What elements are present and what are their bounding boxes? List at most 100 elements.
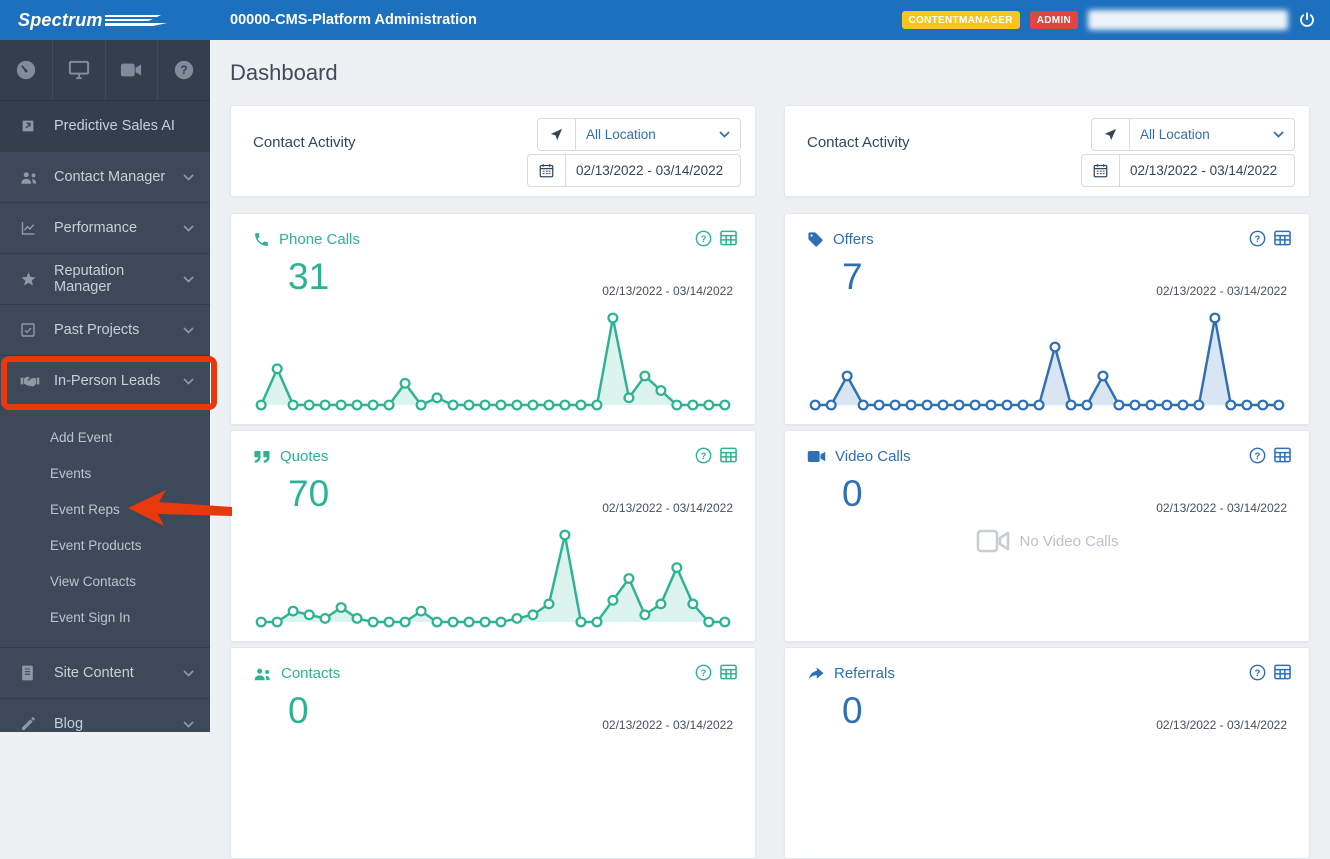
chevron-down-icon bbox=[183, 377, 194, 385]
chevron-down-icon bbox=[183, 224, 194, 232]
video-camera-icon bbox=[807, 450, 826, 463]
submenu-item-view-contacts[interactable]: View Contacts bbox=[0, 563, 210, 599]
referrals-card: Referrals ? 0 02/13/2022 - 03/14/2022 bbox=[784, 647, 1310, 859]
metric-date-range: 02/13/2022 - 03/14/2022 bbox=[1156, 718, 1287, 732]
metric-title: Phone Calls bbox=[279, 231, 360, 248]
metric-value: 0 bbox=[842, 473, 863, 514]
brand-name: Spectrum bbox=[18, 9, 103, 30]
metric-title: Quotes bbox=[280, 448, 329, 465]
location-select-value: All Location bbox=[586, 127, 656, 142]
date-range-value: 02/13/2022 - 03/14/2022 bbox=[576, 163, 724, 178]
help-icon[interactable]: ? bbox=[695, 230, 712, 247]
phone-icon bbox=[253, 231, 270, 248]
table-view-icon[interactable] bbox=[720, 230, 737, 247]
help-icon[interactable]: ? bbox=[1249, 664, 1266, 681]
external-link-icon bbox=[20, 118, 46, 134]
chevron-down-icon bbox=[719, 131, 730, 138]
sidebar-item-past-projects[interactable]: Past Projects bbox=[0, 304, 210, 355]
submenu-item-event-reps[interactable]: Event Reps bbox=[0, 491, 210, 527]
chevron-down-icon bbox=[183, 275, 194, 283]
sidebar-icon-bar: ? bbox=[0, 40, 210, 100]
sidebar-item-label: Contact Manager bbox=[54, 169, 166, 185]
metric-date-range: 02/13/2022 - 03/14/2022 bbox=[602, 501, 733, 515]
sidebar-item-contact-manager[interactable]: Contact Manager bbox=[0, 151, 210, 202]
empty-state-text: No Video Calls bbox=[1019, 532, 1119, 550]
metric-title: Referrals bbox=[834, 665, 895, 682]
metric-value: 0 bbox=[842, 690, 863, 731]
gauge-icon[interactable] bbox=[0, 40, 53, 100]
sidebar-item-label: In-Person Leads bbox=[54, 373, 161, 389]
table-view-icon[interactable] bbox=[1274, 230, 1291, 247]
desktop-icon[interactable] bbox=[53, 40, 106, 100]
table-view-icon[interactable] bbox=[1274, 447, 1291, 464]
role-badge-contentmanager: CONTENTMANAGER bbox=[901, 11, 1020, 29]
left-column: Contact Activity All Location 02/13/2022… bbox=[230, 105, 756, 859]
video-camera-outline-icon bbox=[976, 529, 1010, 553]
panel-title: Contact Activity bbox=[807, 134, 910, 151]
location-select[interactable]: All Location bbox=[1091, 118, 1295, 151]
sidebar-item-blog[interactable]: Blog bbox=[0, 698, 210, 749]
top-bar: Spectrum 00000-CMS-Platform Administrati… bbox=[0, 0, 1330, 40]
location-arrow-icon bbox=[1092, 119, 1130, 150]
handshake-icon bbox=[20, 374, 46, 388]
submenu-item-events[interactable]: Events bbox=[0, 455, 210, 491]
metric-value: 70 bbox=[288, 473, 330, 514]
panel-title: Contact Activity bbox=[253, 134, 356, 151]
svg-text:?: ? bbox=[1255, 234, 1261, 245]
calendar-icon bbox=[528, 155, 566, 186]
panel-filters: All Location 02/13/2022 - 03/14/2022 bbox=[1081, 118, 1295, 187]
table-view-icon[interactable] bbox=[720, 664, 737, 681]
quotes-card: Quotes ? 70 02/13/2022 - 03/14/2022 bbox=[230, 430, 756, 642]
help-icon[interactable]: ? bbox=[1249, 447, 1266, 464]
sidebar-item-reputation-manager[interactable]: Reputation Manager bbox=[0, 253, 210, 304]
chevron-down-icon bbox=[1273, 131, 1284, 138]
date-range-value: 02/13/2022 - 03/14/2022 bbox=[1130, 163, 1278, 178]
referral-arrow-icon bbox=[807, 666, 825, 681]
submenu-item-event-sign-in[interactable]: Event Sign In bbox=[0, 599, 210, 635]
main-content: Dashboard Contact Activity All Location … bbox=[210, 40, 1330, 859]
help-icon[interactable]: ? bbox=[1249, 230, 1266, 247]
submenu-item-add-event[interactable]: Add Event bbox=[0, 419, 210, 455]
users-icon bbox=[20, 170, 46, 185]
phone-calls-card: Phone Calls ? 31 02/13/2022 - 03/14/2022 bbox=[230, 213, 756, 425]
metric-date-range: 02/13/2022 - 03/14/2022 bbox=[1156, 501, 1287, 515]
page-title: Dashboard bbox=[230, 60, 338, 85]
location-select-value: All Location bbox=[1140, 127, 1210, 142]
location-select[interactable]: All Location bbox=[537, 118, 741, 151]
quotes-icon bbox=[253, 450, 271, 464]
help-icon[interactable]: ? bbox=[695, 664, 712, 681]
sidebar-item-label: Past Projects bbox=[54, 322, 140, 338]
chart-line-icon bbox=[20, 220, 46, 236]
sidebar-nav: Predictive Sales AI Contact Manager Perf… bbox=[0, 100, 210, 749]
svg-text:?: ? bbox=[1255, 451, 1261, 462]
in-person-leads-submenu: Add Event Events Event Reps Event Produc… bbox=[0, 406, 210, 647]
top-bar-right: CONTENTMANAGER ADMIN bbox=[901, 0, 1316, 40]
power-icon[interactable] bbox=[1298, 11, 1316, 29]
sidebar-item-label: Blog bbox=[54, 716, 84, 732]
metric-title: Video Calls bbox=[835, 448, 911, 465]
table-view-icon[interactable] bbox=[1274, 664, 1291, 681]
date-range-picker[interactable]: 02/13/2022 - 03/14/2022 bbox=[527, 154, 741, 187]
help-circle-icon[interactable]: ? bbox=[158, 40, 210, 100]
offers-card: Offers ? 7 02/13/2022 - 03/14/2022 bbox=[784, 213, 1310, 425]
sidebar-item-in-person-leads[interactable]: In-Person Leads bbox=[0, 355, 210, 406]
chevron-down-icon bbox=[183, 720, 194, 728]
phone-calls-sparkline bbox=[253, 306, 733, 412]
metric-title: Contacts bbox=[281, 665, 341, 682]
date-range-picker[interactable]: 02/13/2022 - 03/14/2022 bbox=[1081, 154, 1295, 187]
metric-date-range: 02/13/2022 - 03/14/2022 bbox=[602, 284, 733, 298]
chevron-down-icon bbox=[183, 669, 194, 677]
table-view-icon[interactable] bbox=[720, 447, 737, 464]
check-square-icon bbox=[20, 322, 46, 338]
help-icon[interactable]: ? bbox=[695, 447, 712, 464]
sidebar-item-performance[interactable]: Performance bbox=[0, 202, 210, 253]
sidebar-item-predictive-sales-ai[interactable]: Predictive Sales AI bbox=[0, 100, 210, 151]
no-video-calls-message: No Video Calls bbox=[785, 529, 1309, 553]
chevron-down-icon bbox=[183, 173, 194, 181]
quotes-sparkline bbox=[253, 523, 733, 629]
submenu-item-event-products[interactable]: Event Products bbox=[0, 527, 210, 563]
sidebar-item-site-content[interactable]: Site Content bbox=[0, 647, 210, 698]
svg-text:?: ? bbox=[1255, 668, 1261, 679]
contacts-card: Contacts ? 0 02/13/2022 - 03/14/2022 bbox=[230, 647, 756, 859]
video-camera-icon[interactable] bbox=[106, 40, 159, 100]
